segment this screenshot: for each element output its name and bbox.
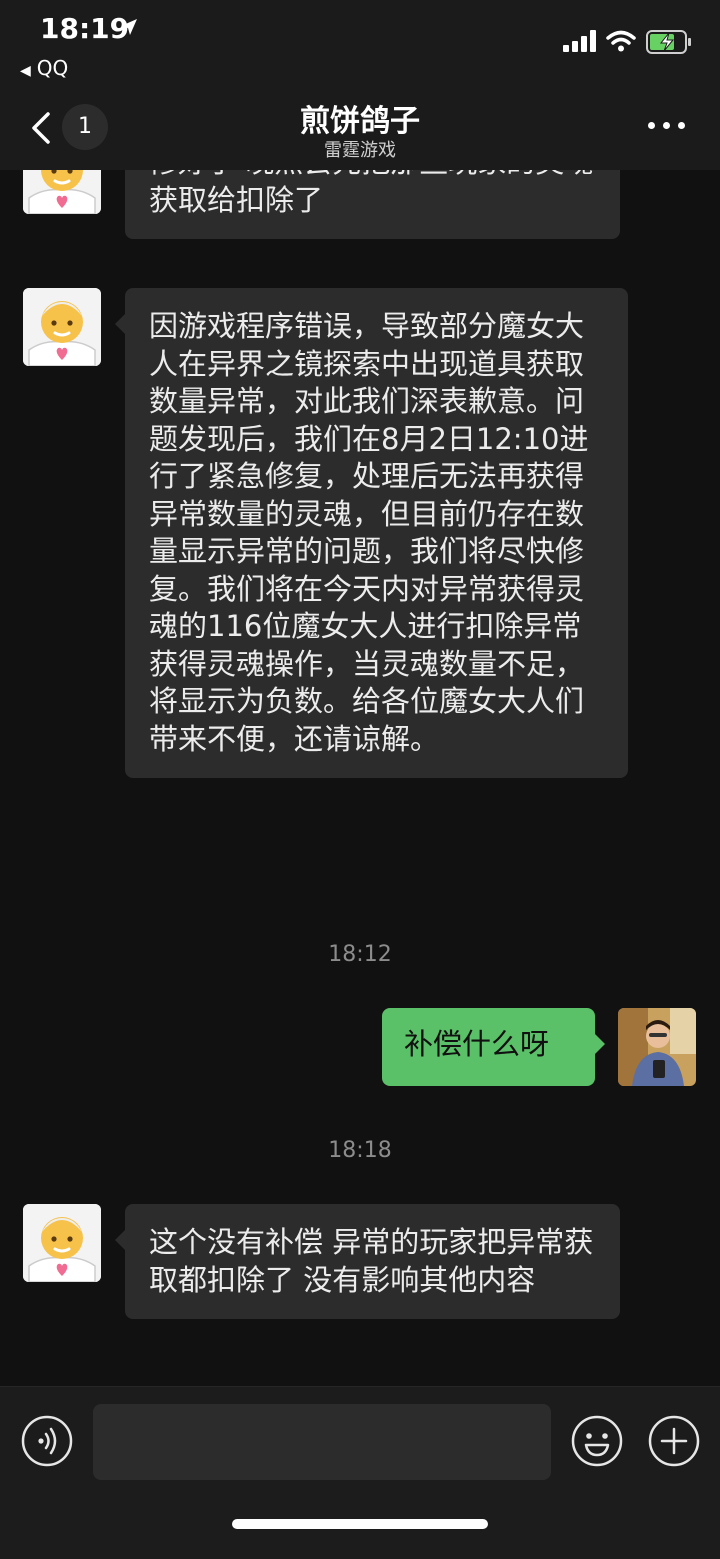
status-bar: 18:19 ◀ QQ: [0, 0, 720, 92]
message-input[interactable]: [93, 1404, 551, 1480]
message-bubble[interactable]: 修好了 晚点会先把那些玩家的灵魂获取给扣除了: [125, 170, 620, 239]
message-text: 因游戏程序错误，导致部分魔女大人在异界之镜探索中出现道具获取数量异常，对此我们深…: [149, 309, 589, 756]
more-options-icon[interactable]: [646, 118, 686, 134]
back-to-app-button[interactable]: ◀ QQ: [20, 56, 68, 80]
message-list[interactable]: 修好了 晚点会先把那些玩家的灵魂获取给扣除了 因游戏程序错误，导致部分魔女大人在…: [0, 170, 720, 1386]
message-bubble[interactable]: 这个没有补偿 异常的玩家把异常获取都扣除了 没有影响其他内容: [115, 1204, 620, 1319]
contact-avatar[interactable]: [23, 170, 101, 214]
self-avatar[interactable]: [618, 1008, 696, 1086]
old-man-emoji-icon: [23, 1204, 101, 1282]
chat-title: 煎饼鸽子: [300, 104, 420, 139]
message-timestamp: 18:12: [328, 942, 392, 967]
contact-avatar[interactable]: [23, 288, 101, 366]
plus-icon[interactable]: [648, 1415, 700, 1467]
emoji-icon[interactable]: [571, 1415, 623, 1467]
message-bubble[interactable]: 因游戏程序错误，导致部分魔女大人在异界之镜探索中出现道具获取数量异常，对此我们深…: [115, 288, 628, 778]
voice-icon[interactable]: [21, 1415, 73, 1467]
message-timestamp: 18:18: [328, 1138, 392, 1163]
message-bubble-self[interactable]: 补偿什么呀: [382, 1008, 605, 1086]
message-text: 修好了 晚点会先把那些玩家的灵魂获取给扣除了: [149, 170, 593, 217]
chat-header: 1 煎饼鸽子 雷霆游戏: [0, 92, 720, 170]
user-photo-icon: [618, 1008, 696, 1086]
signal-icon: [563, 30, 599, 52]
old-man-emoji-icon: [23, 170, 101, 214]
chat-subtitle: 雷霆游戏: [324, 140, 396, 161]
wifi-icon: [606, 30, 636, 52]
input-bar: [0, 1386, 720, 1559]
battery-charging-icon: [646, 30, 691, 54]
message-text: 这个没有补偿 异常的玩家把异常获取都扣除了 没有影响其他内容: [149, 1225, 594, 1297]
back-app-label: QQ: [36, 56, 69, 80]
status-time: 18:19: [40, 12, 130, 45]
location-arrow-icon: [121, 19, 137, 35]
old-man-emoji-icon: [23, 288, 101, 366]
back-triangle-icon: ◀: [20, 63, 31, 79]
contact-avatar[interactable]: [23, 1204, 101, 1282]
home-indicator[interactable]: [232, 1519, 488, 1529]
message-text: 补偿什么呀: [404, 1027, 550, 1061]
